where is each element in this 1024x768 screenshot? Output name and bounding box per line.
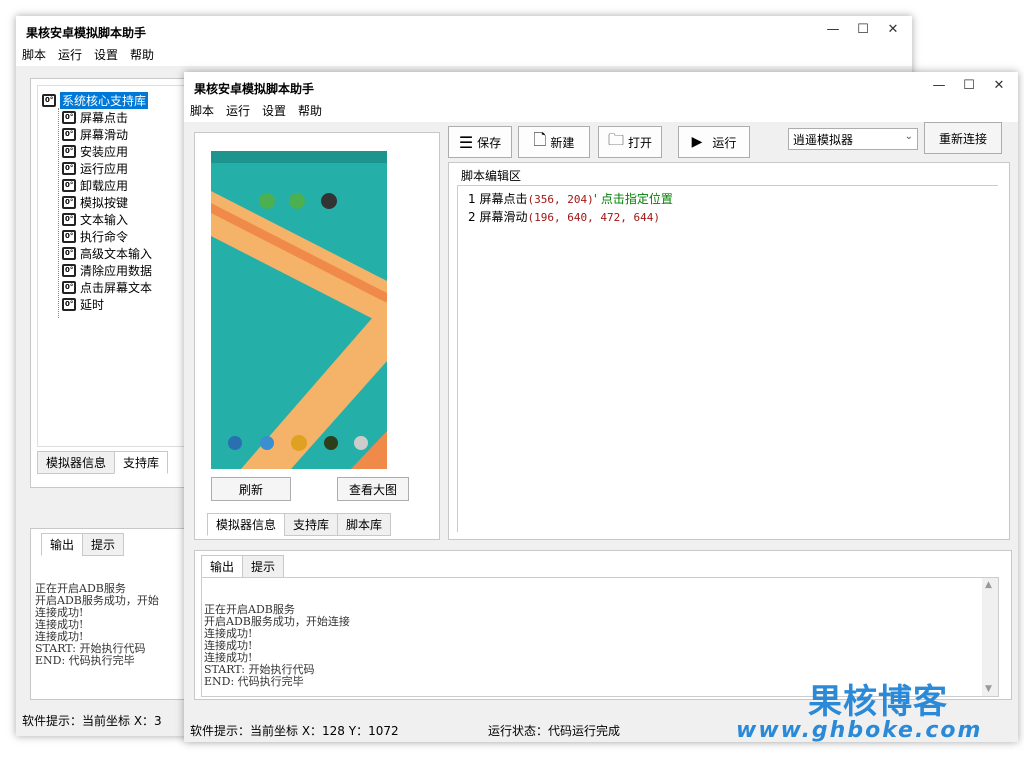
- front-window: 果核安卓模拟脚本助手 — ☐ ✕ 脚本 运行 设置 帮助 刷新 查看大图 模拟器…: [184, 72, 1018, 742]
- new-button[interactable]: 🗋 新建: [518, 126, 590, 158]
- tree-root[interactable]: 0° 系统核心支持库: [42, 92, 149, 109]
- function-icon: 0°: [62, 298, 76, 311]
- close-icon[interactable]: ✕: [986, 76, 1012, 96]
- status-run-state: 运行状态：代码运行完成: [488, 724, 621, 738]
- emulator-select[interactable]: 逍遥模拟器 ⌄: [788, 128, 918, 150]
- function-icon: 0°: [62, 264, 76, 277]
- function-icon: 0°: [62, 281, 76, 294]
- tab-support-library[interactable]: 支持库: [284, 513, 339, 536]
- back-status: 软件提示：当前坐标 X：3: [22, 714, 162, 728]
- tree-root-label: 系统核心支持库: [60, 92, 149, 109]
- script-editor[interactable]: 1 屏幕点击(356, 204)' 点击指定位置 2 屏幕滑动(196, 640…: [457, 185, 998, 532]
- tree-item[interactable]: 0° 清除应用数据: [62, 262, 152, 279]
- tree-item[interactable]: 0° 执行命令: [62, 228, 128, 245]
- tree-item[interactable]: 0° 屏幕滑动: [62, 126, 128, 143]
- back-log: 正在开启ADB服务 开启ADB服务成功，开始 连接成功! 连接成功! 连接成功! STAR…: [35, 582, 159, 667]
- front-titlebar: 果核安卓模拟脚本助手 — ☐ ✕: [184, 72, 1018, 100]
- scroll-up-icon[interactable]: ▲: [985, 580, 992, 590]
- back-output-panel: 输出 提示 正在开启ADB服务 开启ADB服务成功，开始 连接成功! 连接成功! 连接成…: [30, 528, 190, 700]
- menu-script[interactable]: 脚本: [16, 44, 52, 66]
- tree-item[interactable]: 0° 高级文本输入: [62, 245, 152, 262]
- function-icon: 0°: [62, 179, 76, 192]
- maximize-icon[interactable]: ☐: [956, 76, 982, 96]
- chevron-down-icon: ⌄: [904, 131, 913, 142]
- function-icon: 0°: [62, 111, 76, 124]
- menu-settings[interactable]: 设置: [88, 44, 124, 66]
- menu-script[interactable]: 脚本: [184, 100, 220, 122]
- output-log: 正在开启ADB服务 开启ADB服务成功，开始连接 连接成功! 连接成功! 连接成功! ST…: [204, 603, 350, 688]
- editor-label: 脚本编辑区: [461, 169, 522, 183]
- tree-item[interactable]: 0° 点击屏幕文本: [62, 279, 152, 296]
- back-window-title: 果核安卓模拟脚本助手: [26, 26, 147, 40]
- script-line: 2 屏幕滑动(196, 640, 472, 644): [468, 210, 660, 224]
- front-menubar: 脚本 运行 设置 帮助: [184, 100, 1018, 122]
- script-editor-group: 脚本编辑区 1 屏幕点击(356, 204)' 点击指定位置 2 屏幕滑动(19…: [448, 162, 1010, 540]
- tree-item[interactable]: 0° 模拟按键: [62, 194, 128, 211]
- play-icon: ▶: [691, 134, 703, 150]
- watermark-brand: 果核博客: [808, 682, 948, 722]
- emulator-screen[interactable]: [211, 151, 387, 469]
- save-button[interactable]: ☰ 保存: [448, 126, 512, 158]
- new-file-icon: 🗋: [533, 129, 547, 149]
- function-icon: 0°: [62, 196, 76, 209]
- maximize-icon[interactable]: ☐: [850, 20, 876, 40]
- refresh-button[interactable]: 刷新: [211, 477, 291, 501]
- tab-output[interactable]: 输出: [41, 533, 84, 556]
- tab-emulator-info[interactable]: 模拟器信息: [207, 513, 286, 536]
- tree-item[interactable]: 0° 运行应用: [62, 160, 128, 177]
- function-icon: 0°: [62, 128, 76, 141]
- menu-help[interactable]: 帮助: [292, 100, 328, 122]
- reconnect-button[interactable]: 重新连接: [924, 122, 1002, 154]
- log-scrollbar[interactable]: ▲ ▼: [982, 578, 998, 696]
- tree-item[interactable]: 0° 屏幕点击: [62, 109, 128, 126]
- front-window-title: 果核安卓模拟脚本助手: [194, 82, 315, 96]
- emulator-preview-panel: 刷新 查看大图 模拟器信息 支持库 脚本库: [194, 132, 440, 540]
- tab-output[interactable]: 输出: [201, 555, 244, 578]
- tree-item[interactable]: 0° 文本输入: [62, 211, 128, 228]
- tab-support-library[interactable]: 支持库: [114, 451, 169, 474]
- minimize-icon[interactable]: —: [926, 76, 952, 96]
- support-library-panel: 0° 系统核心支持库 0° 屏幕点击 0° 屏幕滑动 0° 安装应用 0° 运行应用 0…: [30, 78, 190, 488]
- library-tree: 0° 系统核心支持库 0° 屏幕点击 0° 屏幕滑动 0° 安装应用 0° 运行应用 0…: [37, 85, 185, 447]
- tab-emulator-info[interactable]: 模拟器信息: [37, 451, 116, 474]
- watermark-url: www.ghboke.com: [736, 718, 983, 743]
- minimize-icon[interactable]: —: [820, 20, 846, 40]
- tree-item[interactable]: 0° 卸载应用: [62, 177, 128, 194]
- menu-run[interactable]: 运行: [52, 44, 88, 66]
- phone-wallpaper: [211, 151, 387, 469]
- function-icon: 0°: [62, 247, 76, 260]
- tab-hint[interactable]: 提示: [82, 533, 125, 556]
- save-icon: ☰: [458, 132, 474, 152]
- function-icon: 0°: [62, 230, 76, 243]
- menu-help[interactable]: 帮助: [124, 44, 160, 66]
- function-icon: 0°: [62, 145, 76, 158]
- open-file-icon: 🗀: [607, 129, 624, 149]
- run-button[interactable]: ▶ 运行: [678, 126, 750, 158]
- status-coordinates: 软件提示：当前坐标 X：128 Y：1072: [190, 724, 399, 738]
- close-icon[interactable]: ✕: [880, 20, 906, 40]
- open-button[interactable]: 🗀 打开: [598, 126, 662, 158]
- function-icon: 0°: [62, 213, 76, 226]
- tree-item[interactable]: 0° 安装应用: [62, 143, 128, 160]
- tab-hint[interactable]: 提示: [242, 555, 285, 578]
- menu-settings[interactable]: 设置: [256, 100, 292, 122]
- back-titlebar: 果核安卓模拟脚本助手 — ☐ ✕: [16, 16, 912, 44]
- function-icon: 0°: [62, 162, 76, 175]
- library-icon: 0°: [42, 94, 56, 107]
- view-large-button[interactable]: 查看大图: [337, 477, 409, 501]
- menu-run[interactable]: 运行: [220, 100, 256, 122]
- scroll-down-icon[interactable]: ▼: [985, 684, 992, 694]
- back-menubar: 脚本 运行 设置 帮助: [16, 44, 912, 66]
- script-line: 1 屏幕点击(356, 204)' 点击指定位置: [468, 192, 673, 206]
- tab-script-library[interactable]: 脚本库: [337, 513, 392, 536]
- tree-item[interactable]: 0° 延时: [62, 296, 104, 313]
